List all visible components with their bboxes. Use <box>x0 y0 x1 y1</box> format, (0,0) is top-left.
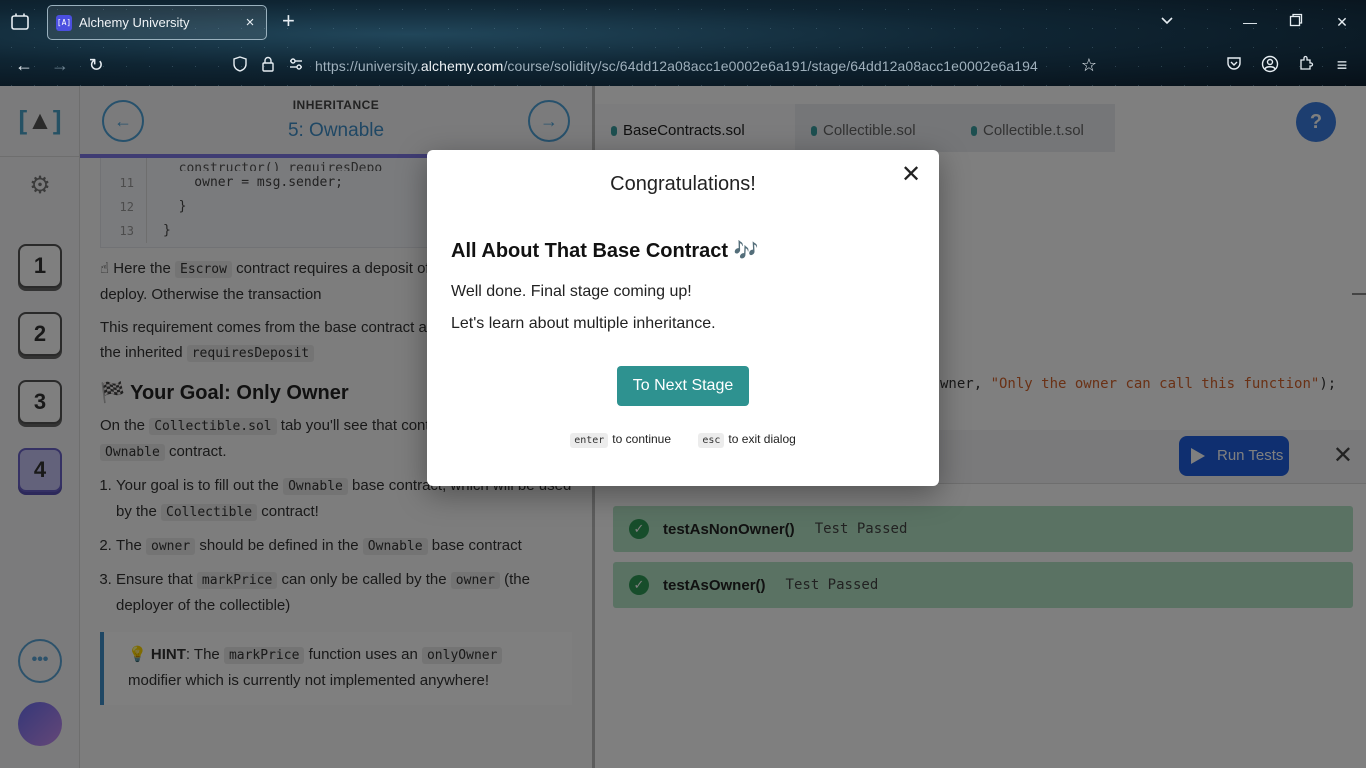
close-icon[interactable]: ✕ <box>900 163 922 187</box>
window-close-icon[interactable]: ✕ <box>1332 12 1352 32</box>
nav-bar: ← → ↻ https://university.alchemy.com/cou… <box>0 46 1366 84</box>
tab-close-icon[interactable]: × <box>242 14 258 31</box>
tab-title: Alchemy University <box>79 15 190 30</box>
dialog-message: Well done. Final stage coming up! <box>451 283 692 300</box>
address-bar[interactable]: https://university.alchemy.com/course/so… <box>315 58 1038 74</box>
keyboard-hints: enter to continue esc to exit dialog <box>427 432 939 448</box>
dialog-title: All About That Base Contract 🎶 <box>451 240 759 262</box>
to-next-stage-button[interactable]: To Next Stage <box>617 366 749 406</box>
menu-icon[interactable]: ≡ <box>1332 55 1352 75</box>
pocket-icon[interactable] <box>1224 55 1244 75</box>
new-tab-icon[interactable]: + <box>282 10 300 32</box>
dialog-heading: Congratulations! <box>610 173 756 195</box>
enter-hint: enter to continue <box>570 432 671 448</box>
forward-arrow-icon[interactable]: → <box>50 55 70 75</box>
favicon-icon: [A] <box>56 14 72 31</box>
url-path: /course/solidity/sc/64dd12a08acc1e0002e6… <box>503 58 1038 74</box>
chevron-down-icon[interactable] <box>1157 12 1177 32</box>
shield-icon[interactable] <box>232 56 248 75</box>
browser-tab[interactable]: [A] Alchemy University × <box>47 5 267 40</box>
restore-icon[interactable] <box>1286 12 1306 32</box>
dialog-message: Let's learn about multiple inheritance. <box>451 315 716 332</box>
extensions-icon[interactable] <box>1296 55 1316 75</box>
url-prefix: https://university. <box>315 58 421 74</box>
bookmark-star-icon[interactable]: ☆ <box>1079 55 1099 75</box>
back-arrow-icon[interactable]: ← <box>14 55 34 75</box>
account-icon[interactable] <box>1260 55 1280 75</box>
lock-icon[interactable] <box>260 56 276 75</box>
reload-icon[interactable]: ↻ <box>86 55 106 75</box>
browser-chrome: [A] Alchemy University × + — ✕ ← → ↻ htt… <box>0 0 1366 86</box>
minimize-icon[interactable]: — <box>1240 12 1260 32</box>
permissions-icon[interactable] <box>288 56 304 75</box>
tab-bar: [A] Alchemy University × + — ✕ <box>0 4 1366 42</box>
url-host: alchemy.com <box>420 58 504 74</box>
tab-list-icon[interactable] <box>10 12 30 32</box>
esc-hint: esc to exit dialog <box>698 432 796 448</box>
congratulations-dialog: Congratulations! ✕ All About That Base C… <box>427 150 939 486</box>
